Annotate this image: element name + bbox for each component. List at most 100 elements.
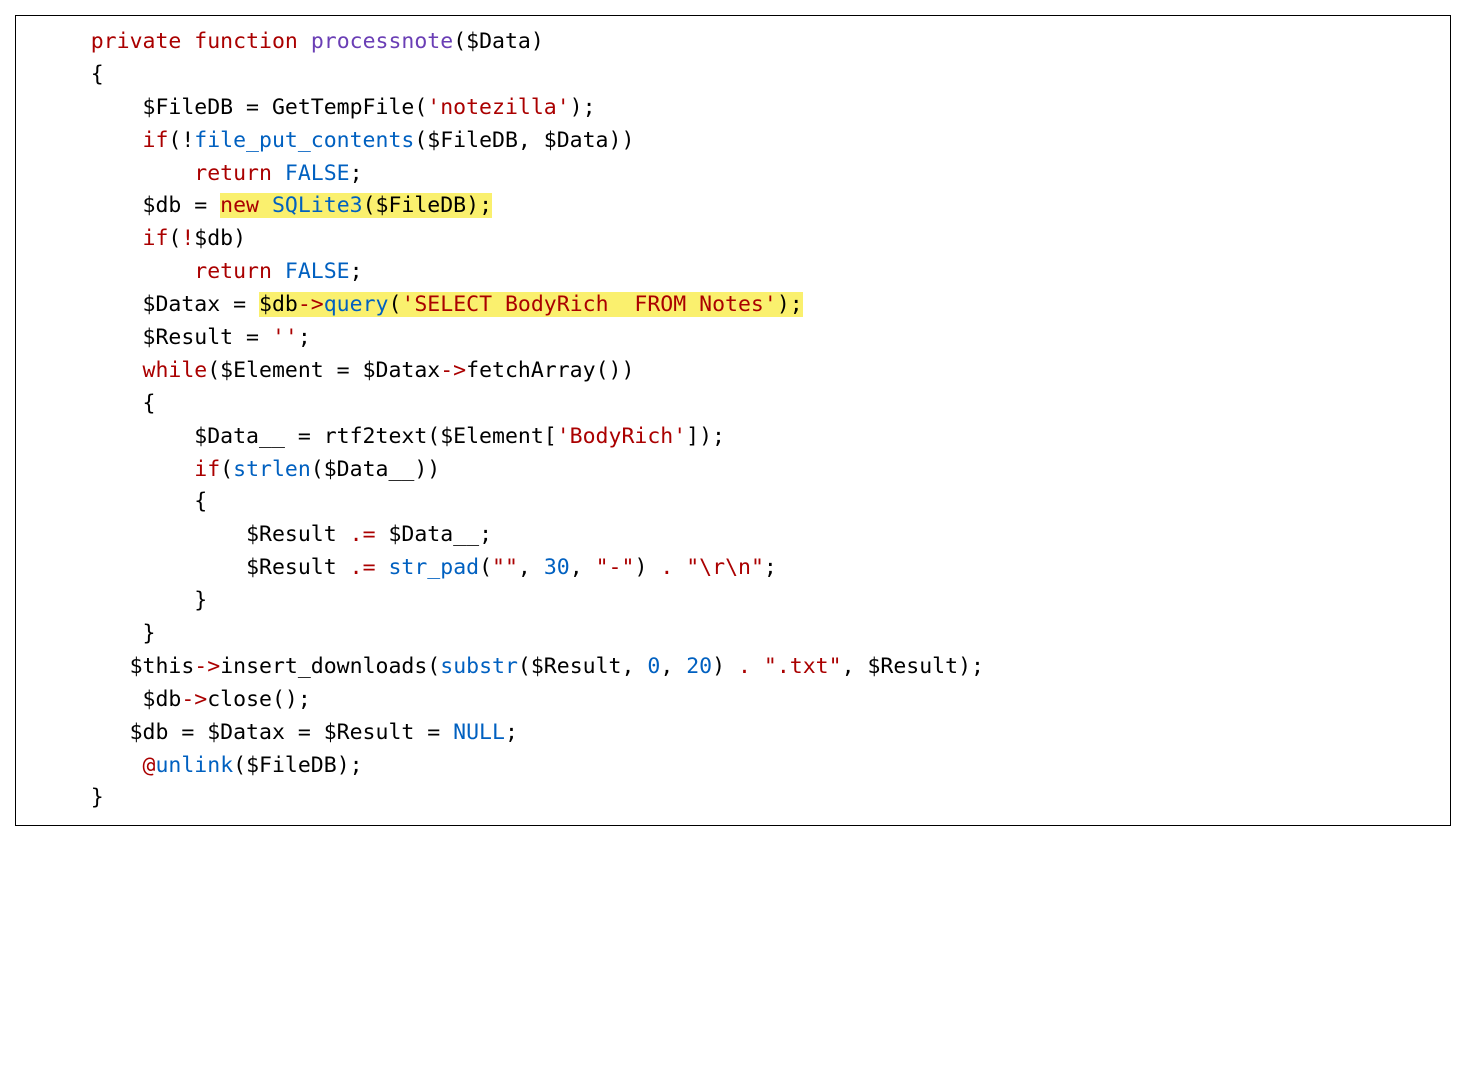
class-sqlite3: SQLite3 xyxy=(272,193,363,218)
code-text: ); xyxy=(777,292,803,317)
brace: { xyxy=(143,391,156,416)
code-line: { xyxy=(26,59,1440,92)
code-text: , $Result); xyxy=(842,654,984,679)
keyword-return: return xyxy=(194,161,272,186)
code-text: $db) xyxy=(194,226,246,251)
keyword-while: while xyxy=(143,358,208,383)
paren: ) xyxy=(634,555,660,580)
comma: , xyxy=(518,555,544,580)
number: 20 xyxy=(686,654,712,679)
keyword-function: function xyxy=(194,29,298,54)
op-arrow: -> xyxy=(440,358,466,383)
code-text: $Result = xyxy=(143,325,272,350)
space xyxy=(272,259,285,284)
brace: } xyxy=(194,588,207,613)
string-literal: ".txt" xyxy=(764,654,842,679)
code-line: return FALSE; xyxy=(26,256,1440,289)
const-false: FALSE xyxy=(285,161,350,186)
code-line: { xyxy=(26,486,1440,519)
code-text: ()) xyxy=(596,358,635,383)
paren: ( xyxy=(220,457,233,482)
code-text: $db = xyxy=(143,193,221,218)
code-line: $db = $Datax = $Result = NULL; xyxy=(26,717,1440,750)
space xyxy=(673,555,686,580)
method-close: close xyxy=(207,687,272,712)
builtin-substr: substr xyxy=(440,654,518,679)
code-text: ($FileDB); xyxy=(233,753,362,778)
code-text: $FileDB = GetTempFile( xyxy=(143,95,428,120)
params: ($Data) xyxy=(453,29,544,54)
op-concat: . xyxy=(660,555,673,580)
number: 30 xyxy=(544,555,570,580)
op-concat-assign: .= xyxy=(350,555,376,580)
op-concat-assign: .= xyxy=(350,522,376,547)
code-line: if(strlen($Data__)) xyxy=(26,454,1440,487)
string-literal: 'BodyRich' xyxy=(557,424,686,449)
string-literal: 'SELECT BodyRich FROM Notes' xyxy=(401,292,776,317)
comma: , xyxy=(660,654,686,679)
code-text: ($Data__)) xyxy=(311,457,440,482)
space xyxy=(259,193,272,218)
number: 0 xyxy=(647,654,660,679)
var: $db xyxy=(130,687,182,712)
code-text: $Data__ = rtf2text($Element[ xyxy=(194,424,556,449)
code-line: { xyxy=(26,388,1440,421)
code-line: $db = new SQLite3($FileDB); xyxy=(26,190,1440,223)
function-name: processnote xyxy=(311,29,453,54)
brace: { xyxy=(194,489,207,514)
code-text: ($Element = $Datax xyxy=(207,358,440,383)
op-not: ! xyxy=(181,226,194,251)
code-text: $Datax = xyxy=(143,292,260,317)
code-block: private function processnote($Data) { $F… xyxy=(15,15,1451,826)
string-literal: "" xyxy=(492,555,518,580)
code-line: @unlink($FileDB); xyxy=(26,750,1440,783)
space xyxy=(272,161,285,186)
code-text: ($FileDB, $Data)) xyxy=(414,128,634,153)
op-concat: . xyxy=(738,654,751,679)
method-insert: insert_downloads xyxy=(220,654,427,679)
builtin-strpad: str_pad xyxy=(388,555,479,580)
highlight: new SQLite3($FileDB); xyxy=(220,193,492,218)
space xyxy=(376,555,389,580)
keyword-private: private xyxy=(91,29,182,54)
space xyxy=(130,753,143,778)
code-text: (! xyxy=(168,128,194,153)
code-line: $FileDB = GetTempFile('notezilla'); xyxy=(26,92,1440,125)
builtin-func: file_put_contents xyxy=(194,128,414,153)
builtin-strlen: strlen xyxy=(233,457,311,482)
keyword-if: if xyxy=(143,226,169,251)
op-arrow: -> xyxy=(194,654,220,679)
code-line: if(!$db) xyxy=(26,223,1440,256)
keyword-new: new xyxy=(220,193,259,218)
code-line: $this->insert_downloads(substr($Result, … xyxy=(26,651,1440,684)
semi: ; xyxy=(764,555,777,580)
code-line: } xyxy=(26,585,1440,618)
code-text: ]); xyxy=(686,424,725,449)
paren: ) xyxy=(712,654,738,679)
code-text: ($FileDB); xyxy=(363,193,492,218)
highlight: $db->query('SELECT BodyRich FROM Notes')… xyxy=(259,292,803,317)
code-text: (); xyxy=(272,687,311,712)
code-line: } xyxy=(26,618,1440,651)
method-fetcharray: fetchArray xyxy=(466,358,595,383)
string-literal: 'notezilla' xyxy=(427,95,569,120)
semi: ; xyxy=(350,259,363,284)
keyword-if: if xyxy=(194,457,220,482)
builtin-unlink: unlink xyxy=(155,753,233,778)
paren: ( xyxy=(388,292,401,317)
code-text: $db = $Datax = $Result = xyxy=(130,720,454,745)
code-line: $Result .= str_pad("", 30, "-") . "\r\n"… xyxy=(26,552,1440,585)
paren: ( xyxy=(427,654,440,679)
semi: ; xyxy=(505,720,518,745)
brace: } xyxy=(143,621,156,646)
op-suppress: @ xyxy=(143,753,156,778)
comma: , xyxy=(570,555,596,580)
space xyxy=(751,654,764,679)
code-text: $Data__; xyxy=(376,522,493,547)
keyword-return: return xyxy=(194,259,272,284)
code-line: $Datax = $db->query('SELECT BodyRich FRO… xyxy=(26,289,1440,322)
paren: ( xyxy=(479,555,492,580)
string-literal: '' xyxy=(272,325,298,350)
code-line: $Data__ = rtf2text($Element['BodyRich'])… xyxy=(26,421,1440,454)
semi: ; xyxy=(298,325,311,350)
